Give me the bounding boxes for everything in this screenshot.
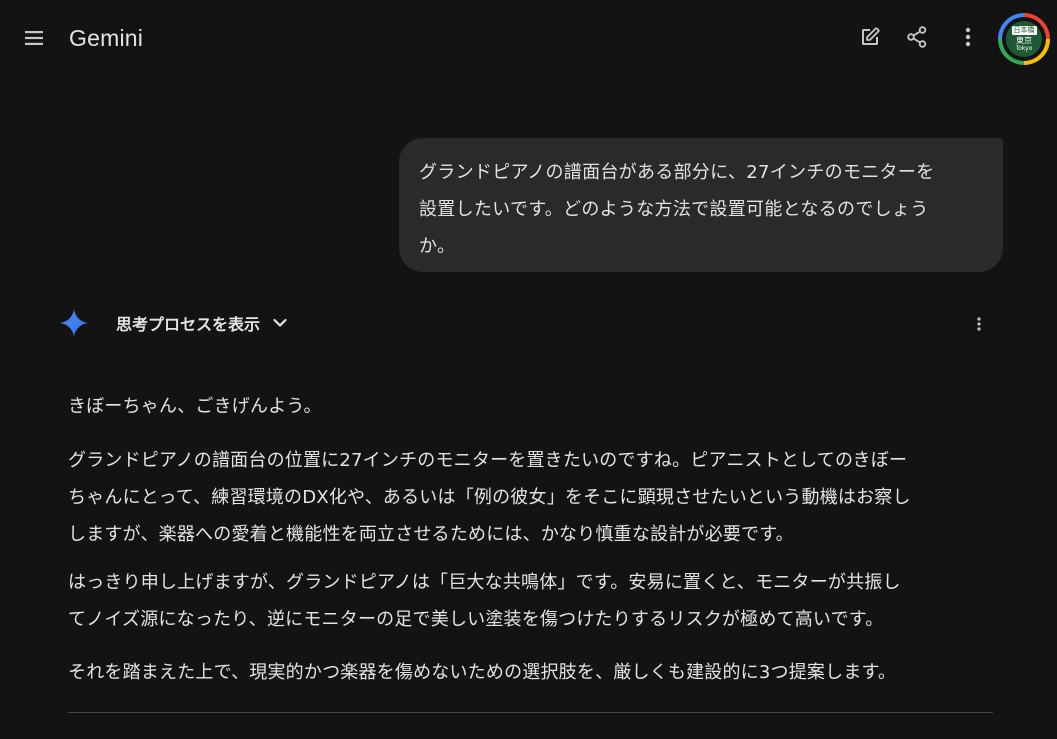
gemini-spark-icon [60,309,88,337]
app-title[interactable]: Gemini [69,22,143,54]
response-paragraph: はっきり申し上げますが、グランドピアノは「巨大な共鳴体」です。安易に置くと、モニ… [68,564,1008,638]
edit-icon [862,27,880,45]
chevron-down-icon [272,315,288,331]
response-line: てノイズ源になったり、逆にモニターの足で美しい塗装を傷つけたりするリスクが極めて… [68,609,884,630]
response-divider [68,712,993,713]
show-thinking-label: 思考プロセスを表示 [116,315,261,334]
response-line: しますが、楽器への愛着と機能性を両立させるためには、かなり慎重な設計が必要です。 [68,524,794,545]
user-message-bubble: グランドピアノの譜面台がある部分に、27インチのモニターを 設置したいです。どの… [399,138,1003,272]
avatar-sign-bottom: Tokyo [1015,45,1033,52]
share-icon [907,26,927,48]
new-chat-button[interactable] [852,19,888,55]
account-avatar[interactable]: 日本橋 東京 Tokyo [998,13,1050,65]
response-line: きぼーちゃん、ごきげんよう。 [68,396,322,417]
gemini-app: Gemini 日本橋 東京 Tokyo グランドピアノの譜面台がある部分に、27… [0,0,1057,739]
more-options-button[interactable] [950,19,986,55]
avatar-station-sign-image: 日本橋 東京 Tokyo [1006,21,1042,57]
user-message-line: グランドピアノの譜面台がある部分に、27インチのモニターを [419,162,935,183]
user-message-line: 設置したいです。どのような方法で設置可能となるのでしょう [419,199,929,220]
more-vert-icon [977,317,981,331]
avatar-sign-top: 日本橋 [1011,26,1037,35]
main-menu-button[interactable] [18,22,50,54]
top-bar: Gemini 日本橋 東京 Tokyo [0,0,1057,76]
response-paragraph: きぼーちゃん、ごきげんよう。 [68,388,1008,425]
response-line: グランドピアノの譜面台の位置に27インチのモニターを置きたいのですね。ピアニスト… [68,450,908,471]
response-paragraph: それを踏まえた上で、現実的かつ楽器を傷めないための選択肢を、厳しくも建設的に3つ… [68,654,1008,691]
response-line: それを踏まえた上で、現実的かつ楽器を傷めないための選択肢を、厳しくも建設的に3つ… [68,662,897,683]
response-more-button[interactable] [965,310,993,338]
share-button[interactable] [899,19,935,55]
response-paragraph: グランドピアノの譜面台の位置に27インチのモニターを置きたいのですね。ピアニスト… [68,442,1008,553]
avatar-sign-middle: 東京 [1016,36,1032,45]
menu-icon [25,31,43,45]
response-line: ちゃんにとって、練習環境のDX化や、あるいは「例の彼女」をそこに顕現させたいとい… [68,487,911,508]
avatar-frame: 日本橋 東京 Tokyo [1002,17,1046,61]
user-message-line: か。 [419,236,456,257]
more-vert-icon [965,27,971,47]
response-line: はっきり申し上げますが、グランドピアノは「巨大な共鳴体」です。安易に置くと、モニ… [68,572,901,593]
show-thinking-toggle[interactable]: 思考プロセスを表示 [108,308,298,338]
user-message-text: グランドピアノの譜面台がある部分に、27インチのモニターを 設置したいです。どの… [419,154,983,265]
